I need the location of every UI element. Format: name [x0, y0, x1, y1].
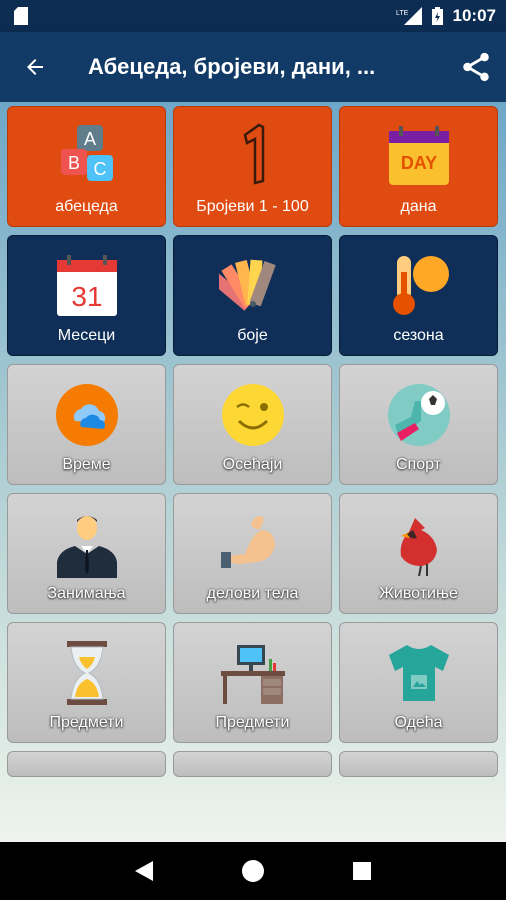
nav-home-button[interactable] — [233, 851, 273, 891]
tile-objects-desk[interactable]: Предмети — [173, 622, 332, 743]
tile-label: Време — [62, 456, 111, 473]
color-swatches-icon — [218, 259, 276, 311]
tile-label: Бројеви 1 - 100 — [196, 198, 309, 215]
tile-label: Предмети — [215, 714, 290, 731]
tile-days[interactable]: DAY дана — [339, 106, 498, 227]
desk-computer-icon — [220, 645, 285, 704]
tile-partial[interactable] — [173, 751, 332, 777]
tile-label: дана — [400, 198, 437, 215]
status-bar: LTE 10:07 — [0, 0, 506, 32]
tile-numbers[interactable]: Бројеви 1 - 100 — [173, 106, 332, 227]
page-title: Абецеда, бројеви, дани, ... — [88, 54, 376, 79]
share-button[interactable] — [446, 32, 506, 102]
category-grid: A B C абецеда Бројеви 1 - 100 DAY дана 3… — [7, 106, 499, 777]
tile-seasons[interactable]: сезона — [339, 235, 498, 356]
thermometer-sun-icon — [392, 256, 449, 315]
lte-signal-icon: LTE — [396, 7, 422, 25]
battery-icon — [431, 7, 443, 25]
day-calendar-icon: DAY — [388, 126, 449, 185]
svg-text:31: 31 — [71, 281, 102, 312]
businessman-icon — [56, 516, 117, 578]
tile-label: Одећа — [394, 714, 443, 731]
category-grid-area: A B C абецеда Бројеви 1 - 100 DAY дана 3… — [0, 102, 506, 842]
wink-face-icon — [221, 384, 284, 446]
calendar-31-icon: 31 — [56, 255, 117, 316]
share-icon — [463, 52, 489, 82]
svg-text:DAY: DAY — [400, 153, 436, 173]
svg-text:B: B — [67, 153, 79, 173]
tshirt-icon — [388, 645, 449, 701]
flexed-arm-icon — [220, 516, 275, 568]
tile-label: делови тела — [206, 585, 299, 602]
soccer-icon — [387, 384, 450, 446]
nav-recents-button[interactable] — [342, 851, 382, 891]
tile-objects-hourglass[interactable]: Предмети — [7, 622, 166, 743]
abc-blocks-icon: A B C — [60, 125, 113, 181]
tile-label: сезона — [393, 327, 444, 344]
app-bar: Абецеда, бројеви, дани, ... — [0, 32, 506, 102]
hourglass-icon — [66, 641, 107, 705]
nav-home-icon — [241, 860, 264, 882]
svg-text:C: C — [93, 159, 106, 179]
tile-label: Месеци — [57, 327, 116, 344]
svg-text:A: A — [83, 129, 95, 149]
tile-months[interactable]: 31 Месеци — [7, 235, 166, 356]
tile-sport[interactable]: Спорт — [339, 364, 498, 485]
tile-feelings[interactable]: Осећаји — [173, 364, 332, 485]
tile-alphabet[interactable]: A B C абецеда — [7, 106, 166, 227]
nav-recents-icon — [352, 862, 371, 880]
tile-partial[interactable] — [7, 751, 166, 777]
tile-weather[interactable]: Време — [7, 364, 166, 485]
cardinal-bird-icon — [400, 518, 437, 577]
status-time: 10:07 — [452, 6, 496, 25]
tile-body-parts[interactable]: делови тела — [173, 493, 332, 614]
svg-text:LTE: LTE — [396, 10, 409, 17]
tile-colors[interactable]: боје — [173, 235, 332, 356]
system-nav-bar — [0, 842, 506, 900]
number-one-icon — [243, 123, 264, 185]
arrow-back-icon — [27, 59, 43, 75]
tile-label: боје — [237, 327, 268, 344]
tile-label: Осећаји — [222, 456, 283, 473]
tile-label: Спорт — [396, 456, 441, 473]
tile-animals[interactable]: Животиње — [339, 493, 498, 614]
tile-clothing[interactable]: Одећа — [339, 622, 498, 743]
weather-cloud-icon — [55, 384, 118, 446]
tile-label: Предмети — [49, 714, 124, 731]
tile-partial[interactable] — [339, 751, 498, 777]
sd-card-icon — [14, 7, 28, 25]
tile-professions[interactable]: Занимања — [7, 493, 166, 614]
nav-back-icon — [135, 861, 154, 881]
tile-label: Животиње — [379, 585, 458, 602]
nav-back-button[interactable] — [124, 851, 164, 891]
back-button[interactable] — [0, 32, 70, 102]
tile-label: абецеда — [55, 198, 118, 215]
tile-label: Занимања — [47, 585, 126, 602]
